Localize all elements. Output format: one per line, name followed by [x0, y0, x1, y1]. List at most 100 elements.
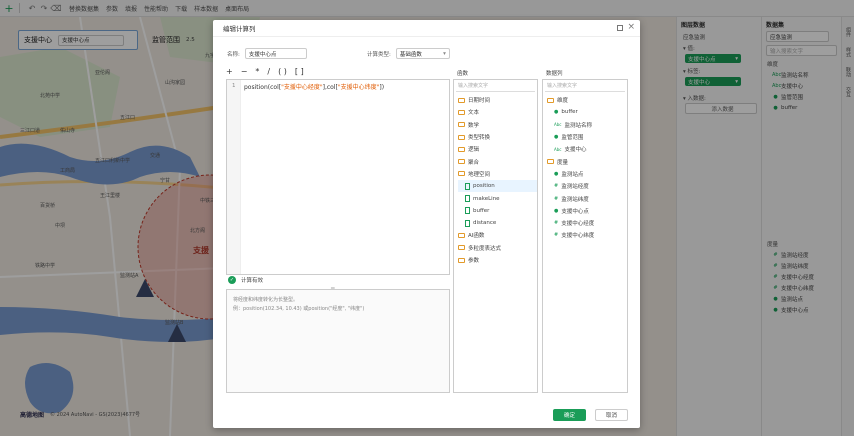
folder-icon	[458, 146, 465, 152]
number-field-icon: #	[554, 220, 559, 227]
col-header: 数据列	[546, 71, 563, 77]
close-icon[interactable]: ×	[627, 22, 635, 32]
operator-button[interactable]: ( )	[278, 67, 287, 76]
tree-item-label: 维度	[557, 98, 569, 105]
tree-item-label: 文本	[468, 110, 480, 117]
folder-icon	[458, 171, 465, 177]
tree-item[interactable]: 维度	[547, 94, 627, 106]
geo-field-icon: ●	[554, 134, 559, 141]
tree-item[interactable]: distance	[458, 217, 537, 229]
func-search[interactable]: 输入搜索文字	[456, 82, 535, 92]
tree-item[interactable]: 数学	[458, 119, 537, 131]
line-number: 1	[232, 83, 236, 89]
tree-item[interactable]: makeLine	[458, 192, 537, 204]
tree-item[interactable]: ● buffer	[547, 106, 627, 118]
function-icon	[465, 182, 470, 190]
formula-arg2: "支援中心纬度"	[337, 84, 380, 91]
tree-item[interactable]: # 监测站纬度	[547, 192, 627, 204]
calc-column-dialog: 编辑计算列 × 名称: 支援中心点 计算类型: 基础函数 ▾ + − * / ( ) [ ]…	[213, 20, 640, 428]
operator-bar: + − * / ( ) [ ]	[226, 67, 304, 76]
function-icon	[465, 219, 470, 227]
tree-item-label: 监测站经度	[561, 184, 589, 191]
tree-item-label: 支援中心	[564, 147, 587, 154]
geo-field-icon: ●	[554, 170, 559, 177]
calc-type-label: 计算类型:	[367, 51, 391, 58]
tree-item[interactable]: 类型转换	[458, 131, 537, 143]
operator-button[interactable]: −	[241, 67, 248, 76]
tree-item[interactable]: ● 监管范围	[547, 131, 627, 143]
tree-item[interactable]: # 支援中心纬度	[547, 229, 627, 241]
folder-icon	[458, 257, 465, 263]
formula-fn: position(col[	[244, 84, 282, 91]
ok-button[interactable]: 确定	[553, 409, 586, 421]
formula-arg1: "支援中心经度"	[281, 84, 323, 91]
tree-item-label: makeLine	[473, 195, 500, 202]
tree-item-label: 日期时间	[468, 98, 491, 105]
tree-item-label: 度量	[557, 159, 569, 166]
function-icon	[465, 207, 470, 215]
formula-editor[interactable]: 1 position(col["支援中心经度"],col["支援中心纬度"])	[226, 79, 450, 275]
geo-field-icon: ●	[554, 109, 559, 116]
tree-item-label: buffer	[561, 109, 578, 116]
tree-item[interactable]: 日期时间	[458, 94, 537, 106]
operator-button[interactable]: *	[255, 67, 259, 76]
tree-item[interactable]: 逻辑	[458, 143, 537, 155]
folder-icon	[458, 109, 465, 115]
func-header: 函数	[457, 71, 469, 77]
tree-item[interactable]: Abc 支援中心	[547, 143, 627, 155]
col-tree: 维度 ● buffer Abc 监测站名称 ● 监管范围 Abc 支援中心 度量 ● 监测站点 # 监测站…	[543, 94, 627, 242]
tree-item-label: 多粒度表达式	[468, 245, 502, 252]
tree-item[interactable]: # 监测站经度	[547, 180, 627, 192]
func-panel: 输入搜索文字 日期时间文本数学类型转换逻辑 聚合地理空间 position makeL…	[453, 79, 538, 393]
tree-item[interactable]: ● 监测站点	[547, 168, 627, 180]
name-input[interactable]: 支援中心点	[244, 48, 307, 59]
formula-mid: ],col[	[322, 84, 338, 91]
tree-item-label: 类型转换	[468, 135, 491, 142]
tree-item[interactable]: 多粒度表达式	[458, 242, 537, 254]
name-row: 名称: 支援中心点	[227, 48, 307, 59]
folder-icon	[458, 134, 465, 140]
formula-end: ])	[379, 84, 385, 91]
tree-item[interactable]: 文本	[458, 106, 537, 118]
calc-type-select[interactable]: 基础函数 ▾	[395, 48, 450, 59]
operator-button[interactable]: [ ]	[295, 67, 304, 76]
tree-item[interactable]: ● 支援中心点	[547, 205, 627, 217]
tree-item[interactable]: 参数	[458, 254, 537, 266]
tree-item[interactable]: position	[458, 180, 537, 193]
folder-icon	[458, 245, 465, 251]
tree-item[interactable]: Abc 监测站名称	[547, 119, 627, 131]
tree-item[interactable]: AI函数	[458, 229, 537, 241]
tree-item-label: 监管范围	[561, 135, 584, 142]
formula-text: position(col["支援中心经度"],col["支援中心纬度"])	[244, 82, 384, 91]
tree-item-label: 支援中心点	[561, 208, 589, 215]
cancel-button[interactable]: 取消	[595, 409, 628, 421]
tree-item-label: buffer	[473, 207, 490, 214]
tree-item-label: 数学	[468, 122, 480, 129]
tree-item-label: 逻辑	[468, 147, 480, 154]
tree-item-label: 监测站纬度	[561, 196, 589, 203]
folder-icon	[547, 97, 554, 103]
operator-button[interactable]: +	[226, 67, 233, 76]
help-line-1: 将经度和纬度转化为长整型。	[233, 297, 299, 303]
tree-item-label: 地理空间	[468, 171, 491, 178]
tree-item[interactable]: 地理空间	[458, 168, 537, 180]
tree-item-label: position	[473, 183, 495, 190]
col-search[interactable]: 输入搜索文字	[545, 82, 625, 92]
tree-item[interactable]: buffer	[458, 205, 537, 217]
tree-item-label: 参数	[468, 258, 480, 264]
col-panel: 输入搜索文字 维度 ● buffer Abc 监测站名称 ● 监管范围 Abc 支援中心 度量 ● 监…	[542, 79, 628, 393]
folder-icon	[458, 232, 465, 238]
dialog-title: 编辑计算列	[223, 25, 256, 33]
tree-item[interactable]: # 支援中心经度	[547, 217, 627, 229]
tree-item-label: 支援中心经度	[561, 221, 595, 228]
valid-row: ✓ 计算有效	[228, 276, 263, 284]
chevron-down-icon: ▾	[443, 50, 446, 57]
tree-item[interactable]: 聚合	[458, 155, 537, 167]
tree-item-label: AI函数	[468, 233, 485, 240]
calc-type-row: 计算类型: 基础函数 ▾	[367, 48, 450, 59]
tree-item-label: 监测站名称	[564, 122, 592, 129]
operator-button[interactable]: /	[267, 67, 270, 76]
tree-item[interactable]: 度量	[547, 155, 627, 167]
maximize-icon[interactable]	[617, 25, 623, 31]
name-label: 名称:	[227, 51, 240, 58]
